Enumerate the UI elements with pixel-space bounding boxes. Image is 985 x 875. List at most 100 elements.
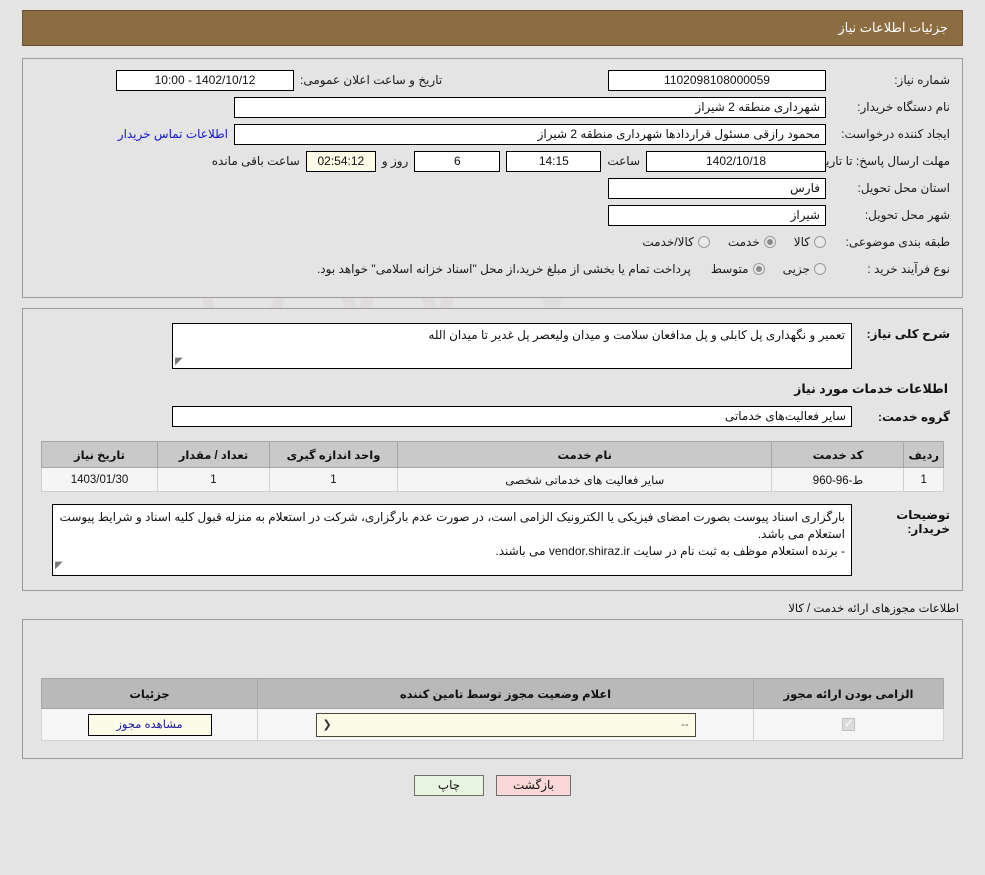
radio-category-0[interactable] — [814, 236, 826, 248]
th-code: کد خدمت — [771, 441, 905, 468]
deadline-label: مهلت ارسال پاسخ: تا تاریخ: — [815, 153, 950, 168]
row-province: استان محل تحویل: فارس — [35, 177, 950, 199]
general-description-value: تعمیر و نگهداری پل کابلی و پل مدافعان سل… — [428, 328, 845, 342]
page-title: جزئیات اطلاعات نیاز — [838, 20, 948, 35]
general-description-box[interactable]: تعمیر و نگهداری پل کابلی و پل مدافعان سل… — [172, 323, 852, 369]
announce-label: تاریخ و ساعت اعلان عمومی: — [300, 73, 443, 87]
footer-actions: بازگشت چاپ — [0, 775, 985, 796]
buyer-notes-line-0: بارگزاری اسناد پیوست بصورت امضای فیزیکی … — [59, 510, 845, 541]
province-label: استان محل تحویل: — [857, 181, 950, 195]
remaining-label: ساعت باقی مانده — [211, 154, 300, 168]
permits-table: الزامی بودن ارائه مجوز اعلام وضعیت مجوز … — [41, 678, 944, 741]
items-table-header-row: ردیف کد خدمت نام خدمت واحد اندازه گیری ت… — [41, 441, 944, 468]
radio-process-1[interactable] — [752, 263, 765, 275]
service-group-label: گروه خدمت: — [877, 409, 950, 424]
permits-header-row: الزامی بودن ارائه مجوز اعلام وضعیت مجوز … — [41, 678, 944, 709]
buyer-notes-box[interactable]: بارگزاری اسناد پیوست بصورت امضای فیزیکی … — [52, 504, 852, 576]
th-date: تاریخ نیاز — [41, 441, 158, 468]
province-value: فارس — [608, 177, 826, 199]
buyer-org-value: شهرداری منطقه 2 شیراز — [234, 96, 826, 118]
buyer-notes-line-1: - برنده استعلام موظف به ثبت نام در سایت … — [495, 544, 845, 558]
days-label: روز و — [381, 154, 409, 168]
table-row: 1 ط-96-960 سایر فعالیت های خدماتی شخصی 1… — [41, 467, 944, 492]
cell-permit-status: ❯ -- — [257, 708, 754, 741]
cell-name: سایر فعالیت های خدماتی شخصی — [396, 467, 773, 492]
th-name: نام خدمت — [396, 441, 773, 468]
table-row: ❯ -- مشاهده مجوز — [41, 708, 944, 741]
th-permit-status: اعلام وضعیت مجوز توسط تامین کننده — [257, 678, 754, 709]
page-header: جزئیات اطلاعات نیاز — [22, 10, 963, 46]
resize-grip-icon[interactable]: ◥ — [55, 557, 63, 574]
radio-process-1-label: متوسط — [710, 262, 749, 276]
radio-category-0-label: کالا — [793, 235, 810, 249]
resize-grip-icon[interactable]: ◥ — [175, 356, 183, 367]
row-deadline: مهلت ارسال پاسخ: تا تاریخ: 1402/10/18 سا… — [35, 150, 950, 172]
process-note: پرداخت تمام یا بخشی از مبلغ خرید،از محل … — [316, 262, 691, 276]
radio-category-1-label: خدمت — [727, 235, 760, 249]
row-purchase-process: نوع فرآیند خرید : جزیی متوسط پرداخت تمام… — [35, 258, 950, 280]
row-request-creator: ایجاد کننده درخواست: محمود رازقی مسئول ق… — [35, 123, 950, 145]
th-row: ردیف — [903, 441, 944, 468]
items-table: ردیف کد خدمت نام خدمت واحد اندازه گیری ت… — [41, 441, 944, 492]
cell-permit-required — [753, 708, 944, 741]
category-label: طبقه بندی موضوعی: — [845, 235, 950, 249]
chevron-down-icon: ❯ — [322, 718, 332, 731]
cell-code: ط-96-960 — [771, 467, 905, 492]
process-radio-group[interactable]: جزیی متوسط — [697, 262, 826, 276]
radio-process-0-label: جزیی — [782, 262, 810, 276]
buyer-org-label: نام دستگاه خریدار: — [857, 100, 950, 114]
creator-label: ایجاد کننده درخواست: — [841, 127, 950, 141]
cell-permit-details: مشاهده مجوز — [41, 708, 258, 741]
service-group-value: سایر فعالیت‌های خدماتی — [172, 406, 852, 427]
cell-qty: 1 — [157, 467, 270, 492]
items-table-wrap: ردیف کد خدمت نام خدمت واحد اندازه گیری ت… — [41, 441, 944, 492]
city-value: شیراز — [608, 204, 826, 226]
row-buyer-notes: توضیحات خریدار: بارگزاری اسناد پیوست بصو… — [35, 504, 950, 576]
page-root: .net جزئیات اطلاعات نیاز شماره نیاز: 110… — [0, 10, 985, 875]
cell-unit: 1 — [269, 467, 398, 492]
permits-panel: الزامی بودن ارائه مجوز اعلام وضعیت مجوز … — [22, 619, 963, 759]
permit-required-checkbox — [842, 716, 855, 731]
buyer-notes-label: توضیحات خریدار: — [896, 508, 950, 536]
need-number-label: شماره نیاز: — [894, 73, 950, 87]
radio-category-2[interactable] — [697, 236, 710, 248]
radio-category-1[interactable] — [763, 236, 776, 248]
back-button[interactable]: بازگشت — [496, 775, 571, 796]
process-label: نوع فرآیند خرید : — [867, 262, 950, 276]
permit-status-value: -- — [681, 718, 689, 731]
radio-process-0[interactable] — [814, 263, 826, 275]
permit-status-select[interactable]: ❯ -- — [315, 712, 696, 737]
category-radio-group[interactable]: کالا خدمت کالا/خدمت — [628, 235, 826, 249]
row-buyer-org: نام دستگاه خریدار: شهرداری منطقه 2 شیراز — [35, 96, 950, 118]
th-permit-required: الزامی بودن ارائه مجوز — [753, 678, 944, 709]
th-unit: واحد اندازه گیری — [269, 441, 398, 468]
creator-value: محمود رازقی مسئول قراردادها شهرداری منطق… — [234, 123, 826, 145]
city-label: شهر محل تحویل: — [864, 208, 950, 222]
deadline-time-value: 14:15 — [506, 150, 602, 172]
permits-table-wrap: الزامی بودن ارائه مجوز اعلام وضعیت مجوز … — [41, 678, 944, 741]
remaining-days-value: 6 — [414, 150, 501, 172]
buyer-contact-link[interactable]: اطلاعات تماس خریدار — [118, 127, 228, 141]
need-info-panel: شماره نیاز: 1102098108000059 تاریخ و ساع… — [22, 58, 963, 298]
general-description-label: شرح کلی نیاز: — [866, 327, 950, 341]
hour-label: ساعت — [607, 154, 640, 168]
radio-category-2-label: کالا/خدمت — [642, 235, 694, 249]
announce-value: 1402/10/12 - 10:00 — [116, 69, 294, 91]
cell-date: 1403/01/30 — [41, 467, 158, 492]
need-number-value: 1102098108000059 — [608, 69, 826, 91]
th-permit-details: جزئیات — [41, 678, 258, 709]
row-general-description: شرح کلی نیاز: تعمیر و نگهداری پل کابلی و… — [35, 323, 950, 369]
permits-caption: اطلاعات مجوزهای ارائه خدمت / کالا — [788, 603, 959, 615]
remaining-time-value: 02:54:12 — [305, 150, 376, 172]
row-need-number: شماره نیاز: 1102098108000059 تاریخ و ساع… — [35, 69, 950, 91]
th-qty: تعداد / مقدار — [157, 441, 270, 468]
row-city: شهر محل تحویل: شیراز — [35, 204, 950, 226]
deadline-date-value: 1402/10/18 — [646, 150, 826, 172]
need-description-panel: شرح کلی نیاز: تعمیر و نگهداری پل کابلی و… — [22, 308, 963, 591]
print-button[interactable]: چاپ — [414, 775, 484, 796]
view-permit-button[interactable]: مشاهده مجوز — [87, 713, 212, 736]
cell-row: 1 — [903, 467, 944, 492]
row-category: طبقه بندی موضوعی: کالا خدمت کالا/خدمت — [35, 231, 950, 253]
row-service-group: گروه خدمت: سایر فعالیت‌های خدماتی — [35, 406, 950, 427]
services-section-heading: اطلاعات خدمات مورد نیاز — [794, 382, 948, 396]
